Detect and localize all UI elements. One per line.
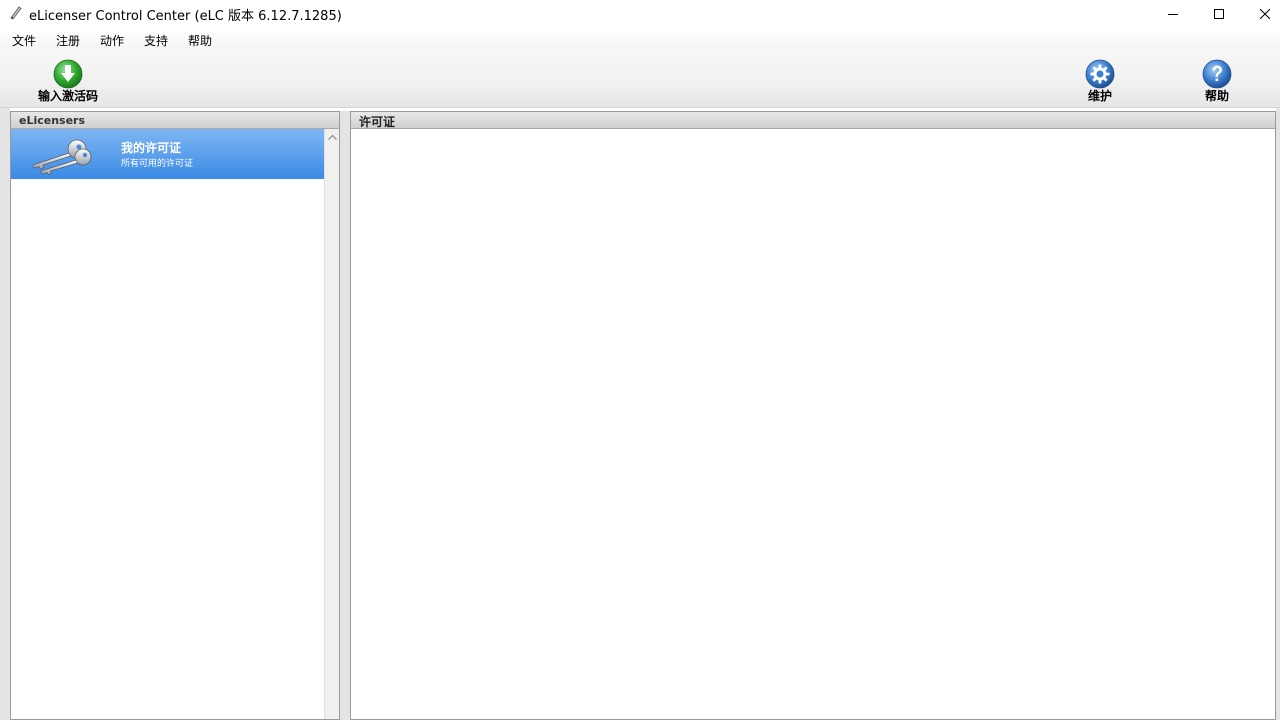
menu-file[interactable]: 文件 (12, 32, 36, 49)
panel-splitter[interactable] (340, 111, 350, 720)
enter-activation-code-label: 输入激活码 (37, 89, 98, 103)
menu-help[interactable]: 帮助 (188, 32, 212, 49)
menu-register[interactable]: 注册 (56, 32, 80, 49)
my-licenses-subtitle: 所有可用的许可证 (121, 159, 194, 169)
scroll-up-button[interactable] (325, 129, 340, 145)
elicenser-app-icon (10, 6, 22, 20)
maintenance-label: 维护 (1087, 89, 1112, 103)
vertical-scrollbar[interactable] (324, 129, 339, 719)
menu-action[interactable]: 动作 (100, 32, 124, 49)
question-mark-icon (1202, 59, 1232, 89)
right-gutter (1276, 108, 1280, 720)
licenses-header-label: 许可证 (359, 115, 396, 129)
toolbar: 输入激活码 维护 帮助 (0, 51, 1280, 108)
licenses-panel-header: 许可证 (351, 112, 1275, 129)
list-item-my-licenses[interactable]: 我的许可证 所有可用的许可证 (11, 129, 324, 179)
elicensers-list: 我的许可证 所有可用的许可证 (11, 129, 324, 719)
download-arrow-icon (53, 59, 83, 89)
my-licenses-title: 我的许可证 (121, 141, 182, 155)
elicensers-header-label: eLicensers (19, 114, 86, 127)
keys-icon (32, 139, 92, 175)
close-button[interactable] (1242, 0, 1280, 28)
elicensers-panel-header: eLicensers (11, 112, 339, 129)
elicensers-panel: eLicensers 我的许可证 所有可用的许可证 (10, 111, 340, 720)
left-gutter (0, 108, 10, 720)
chevron-up-icon (328, 134, 337, 140)
enter-activation-code-button[interactable]: 输入激活码 (28, 58, 108, 106)
licenses-panel: 许可证 (350, 111, 1276, 720)
minimize-button[interactable] (1150, 0, 1196, 28)
gear-icon (1085, 59, 1115, 89)
maximize-button[interactable] (1196, 0, 1242, 28)
help-label: 帮助 (1204, 89, 1229, 103)
minimize-icon (1168, 14, 1178, 15)
close-icon (1260, 9, 1270, 19)
title-bar: eLicenser Control Center (eLC 版本 6.12.7.… (0, 0, 1280, 28)
maximize-icon (1214, 9, 1224, 19)
menu-bar: 文件 注册 动作 支持 帮助 (0, 28, 1280, 51)
window-title: eLicenser Control Center (eLC 版本 6.12.7.… (29, 9, 342, 24)
menu-support[interactable]: 支持 (144, 32, 168, 49)
help-button[interactable]: 帮助 (1177, 58, 1257, 106)
maintenance-button[interactable]: 维护 (1060, 58, 1140, 106)
